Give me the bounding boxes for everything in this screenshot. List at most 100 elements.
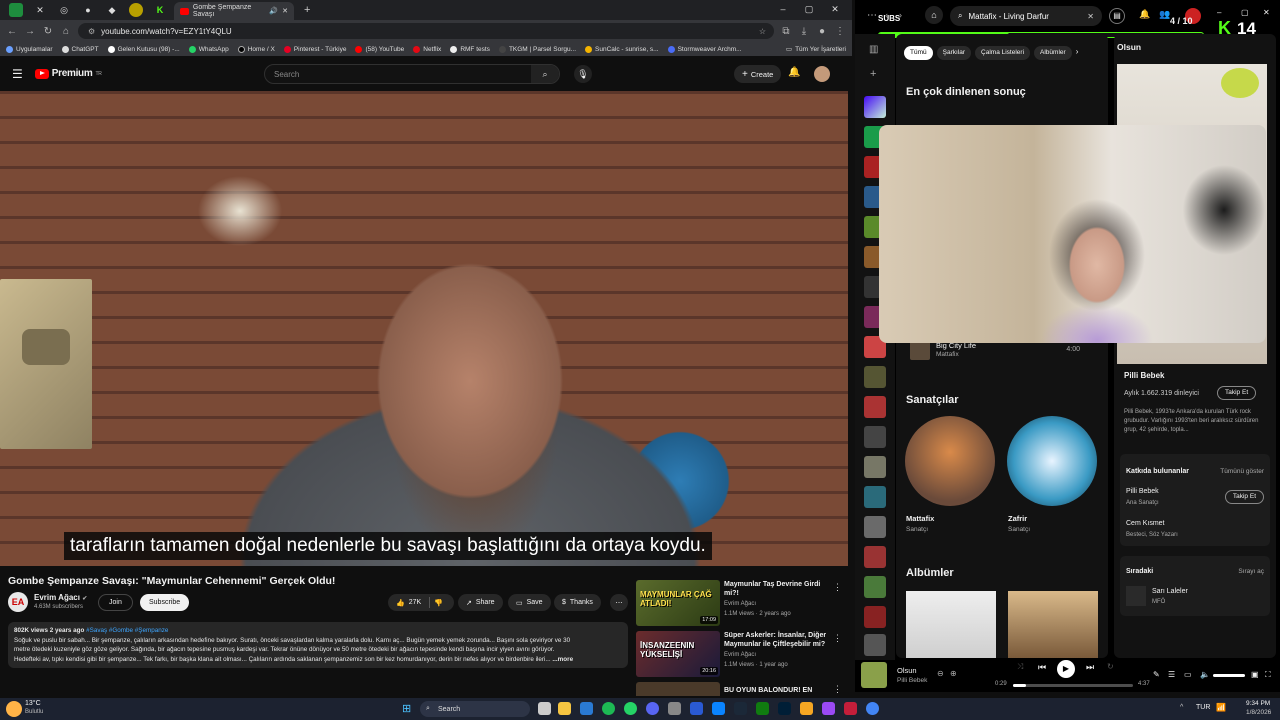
bookmark-item[interactable]: SunCalc - sunrise, s... <box>585 45 659 53</box>
kick-tab-icon[interactable]: K <box>153 3 167 17</box>
active-tab[interactable]: Gombe Şempanze Savaşı 🔊 ✕ <box>174 2 294 20</box>
x-tab-icon[interactable]: ✕ <box>33 3 47 17</box>
now-playing-cover[interactable] <box>861 662 887 688</box>
bookmark-item[interactable]: ChatGPT <box>61 45 99 53</box>
bookmark-item[interactable]: Pinterest - Türkiye <box>283 45 346 53</box>
friends-activity-icon[interactable]: 👥 <box>1159 9 1170 20</box>
task-view-icon[interactable] <box>538 702 551 715</box>
notifications-icon[interactable]: 🔔 <box>1139 9 1150 20</box>
spotify-menu-icon[interactable]: ⋯ <box>867 10 877 21</box>
bookmark-item[interactable]: RMF tests <box>450 45 490 53</box>
user-avatar[interactable] <box>814 66 830 82</box>
bookmark-star-icon[interactable]: ☆ <box>759 27 766 36</box>
bookmark-item[interactable]: Uygulamalar <box>6 45 53 53</box>
fullscreen-icon[interactable]: ⛶ <box>1265 670 1271 680</box>
close-tab-icon[interactable]: ✕ <box>282 7 288 15</box>
spotify-search-input[interactable]: ⌕ Mattafix - Living Darfur ✕ <box>950 6 1102 26</box>
xbox-taskbar-icon[interactable] <box>756 702 769 715</box>
liked-songs-item[interactable] <box>864 96 886 118</box>
chip-playlists[interactable]: Çalma Listeleri <box>975 46 1031 60</box>
repeat-icon[interactable]: ↻ <box>1107 662 1114 671</box>
library-icon[interactable]: ▥ <box>869 44 878 55</box>
share-button[interactable]: ↗ Share <box>458 594 503 611</box>
open-queue-link[interactable]: Sırayı aç <box>1238 568 1264 575</box>
bookmark-item[interactable]: WhatsApp <box>188 45 229 53</box>
shuffle-icon[interactable]: ⤨ <box>1017 662 1023 672</box>
weather-icon[interactable] <box>6 701 22 717</box>
devices-icon[interactable]: ▭ <box>1184 670 1192 679</box>
play-button[interactable]: ▶ <box>1057 660 1075 678</box>
bookmark-item[interactable]: (58) YouTube <box>355 45 404 53</box>
library-item[interactable] <box>864 516 886 538</box>
now-playing-title[interactable]: Olsun <box>897 666 917 675</box>
recommendation-menu-icon[interactable]: ⋮ <box>833 684 842 695</box>
bookmark-item[interactable]: TKGM | Parsel Sorgu... <box>498 45 576 53</box>
chrome-taskbar-icon[interactable] <box>866 702 879 715</box>
queue-icon[interactable]: ☰ <box>1168 670 1175 679</box>
bookmark-item[interactable]: Netflix <box>413 45 441 53</box>
spotify-maximize-icon[interactable]: ▢ <box>1241 8 1249 17</box>
voice-search-icon[interactable]: 🎙 <box>574 65 592 83</box>
library-item[interactable] <box>864 546 886 568</box>
thumbs-down-icon[interactable]: 👎 <box>434 599 443 607</box>
recommendation-item[interactable]: İNSANZEENIN YÜKSELİŞİ 20:16 Süper Askerl… <box>636 631 846 681</box>
all-bookmarks-folder[interactable]: ▭ Tüm Yer İşaretleri <box>786 45 846 54</box>
artist-card[interactable]: Mattafix Sanatçı <box>904 416 996 533</box>
taskbar-search[interactable]: ⌕ Search <box>420 701 530 717</box>
library-item[interactable] <box>864 576 886 598</box>
create-playlist-icon[interactable]: + <box>870 68 876 80</box>
bookmark-item[interactable]: Home / X <box>237 45 275 53</box>
youtube-search-input[interactable]: Search ⌕ <box>264 64 560 84</box>
profile-icon[interactable]: ● <box>816 26 828 37</box>
volume-slider[interactable] <box>1213 674 1245 677</box>
app-icon[interactable] <box>580 702 593 715</box>
menu-icon[interactable]: ⋮ <box>834 26 846 37</box>
app-icon[interactable] <box>822 702 835 715</box>
join-button[interactable]: Join <box>98 594 133 611</box>
chip-albums[interactable]: Albümler <box>1034 46 1072 60</box>
download-icon[interactable]: ⤓ <box>798 26 810 37</box>
discord-taskbar-icon[interactable] <box>646 702 659 715</box>
spotify-minimize-icon[interactable]: – <box>1217 8 1221 17</box>
recommendation-thumbnail[interactable]: İNSANZEENIN YÜKSELİŞİ 20:16 <box>636 631 720 677</box>
channel-avatar[interactable]: EA <box>8 592 28 612</box>
maximize-icon[interactable]: ▢ <box>796 0 822 18</box>
app-icon[interactable] <box>800 702 813 715</box>
show-more-link[interactable]: ...more <box>552 656 573 663</box>
lyrics-icon[interactable]: ✎ <box>1153 670 1160 679</box>
volume-icon[interactable]: 🔈 <box>1200 670 1210 679</box>
library-item[interactable] <box>864 456 886 478</box>
save-button[interactable]: ▭ Save <box>508 594 551 611</box>
more-actions-icon[interactable]: ⋯ <box>610 594 628 611</box>
new-tab-button[interactable]: + <box>304 4 310 16</box>
language-indicator[interactable]: TUR <box>1196 704 1210 711</box>
add-icon[interactable]: ⊕ <box>950 669 957 678</box>
create-button[interactable]: + Create <box>734 65 782 83</box>
network-icon[interactable]: 📶 <box>1216 703 1226 712</box>
chips-next-icon[interactable]: › <box>1076 47 1079 56</box>
whatsapp-taskbar-icon[interactable] <box>624 702 637 715</box>
album-card[interactable] <box>906 591 996 658</box>
ai-tab-icon[interactable]: ◆ <box>105 3 119 17</box>
playback-progress-bar[interactable] <box>1013 684 1133 687</box>
minimize-icon[interactable]: – <box>770 0 796 18</box>
previous-icon[interactable]: ⏮ <box>1038 662 1046 673</box>
notifications-bell-icon[interactable]: 🔔 <box>788 67 800 78</box>
forward-icon[interactable]: → <box>24 26 36 37</box>
spotify-home-icon[interactable]: ⌂ <box>925 6 943 24</box>
app-icon[interactable] <box>668 702 681 715</box>
spotify-close-icon[interactable]: ✕ <box>1263 8 1270 17</box>
app-icon[interactable] <box>712 702 725 715</box>
remove-icon[interactable]: ⊖ <box>937 669 944 678</box>
follow-contributor-button[interactable]: Takip Et <box>1224 490 1264 504</box>
recommendation-menu-icon[interactable]: ⋮ <box>833 582 842 593</box>
recommendation-menu-icon[interactable]: ⋮ <box>833 633 842 644</box>
browse-icon[interactable]: ▤ <box>1109 8 1125 24</box>
tray-chevron-icon[interactable]: ^ <box>1180 704 1183 711</box>
library-item[interactable] <box>864 634 886 656</box>
thanks-button[interactable]: $ Thanks <box>554 594 601 611</box>
steam-taskbar-icon[interactable] <box>734 702 747 715</box>
clock-time[interactable]: 9:34 PM <box>1246 700 1270 707</box>
show-all-link[interactable]: Tümünü göster <box>1220 468 1264 475</box>
home-icon[interactable]: ⌂ <box>60 26 72 37</box>
